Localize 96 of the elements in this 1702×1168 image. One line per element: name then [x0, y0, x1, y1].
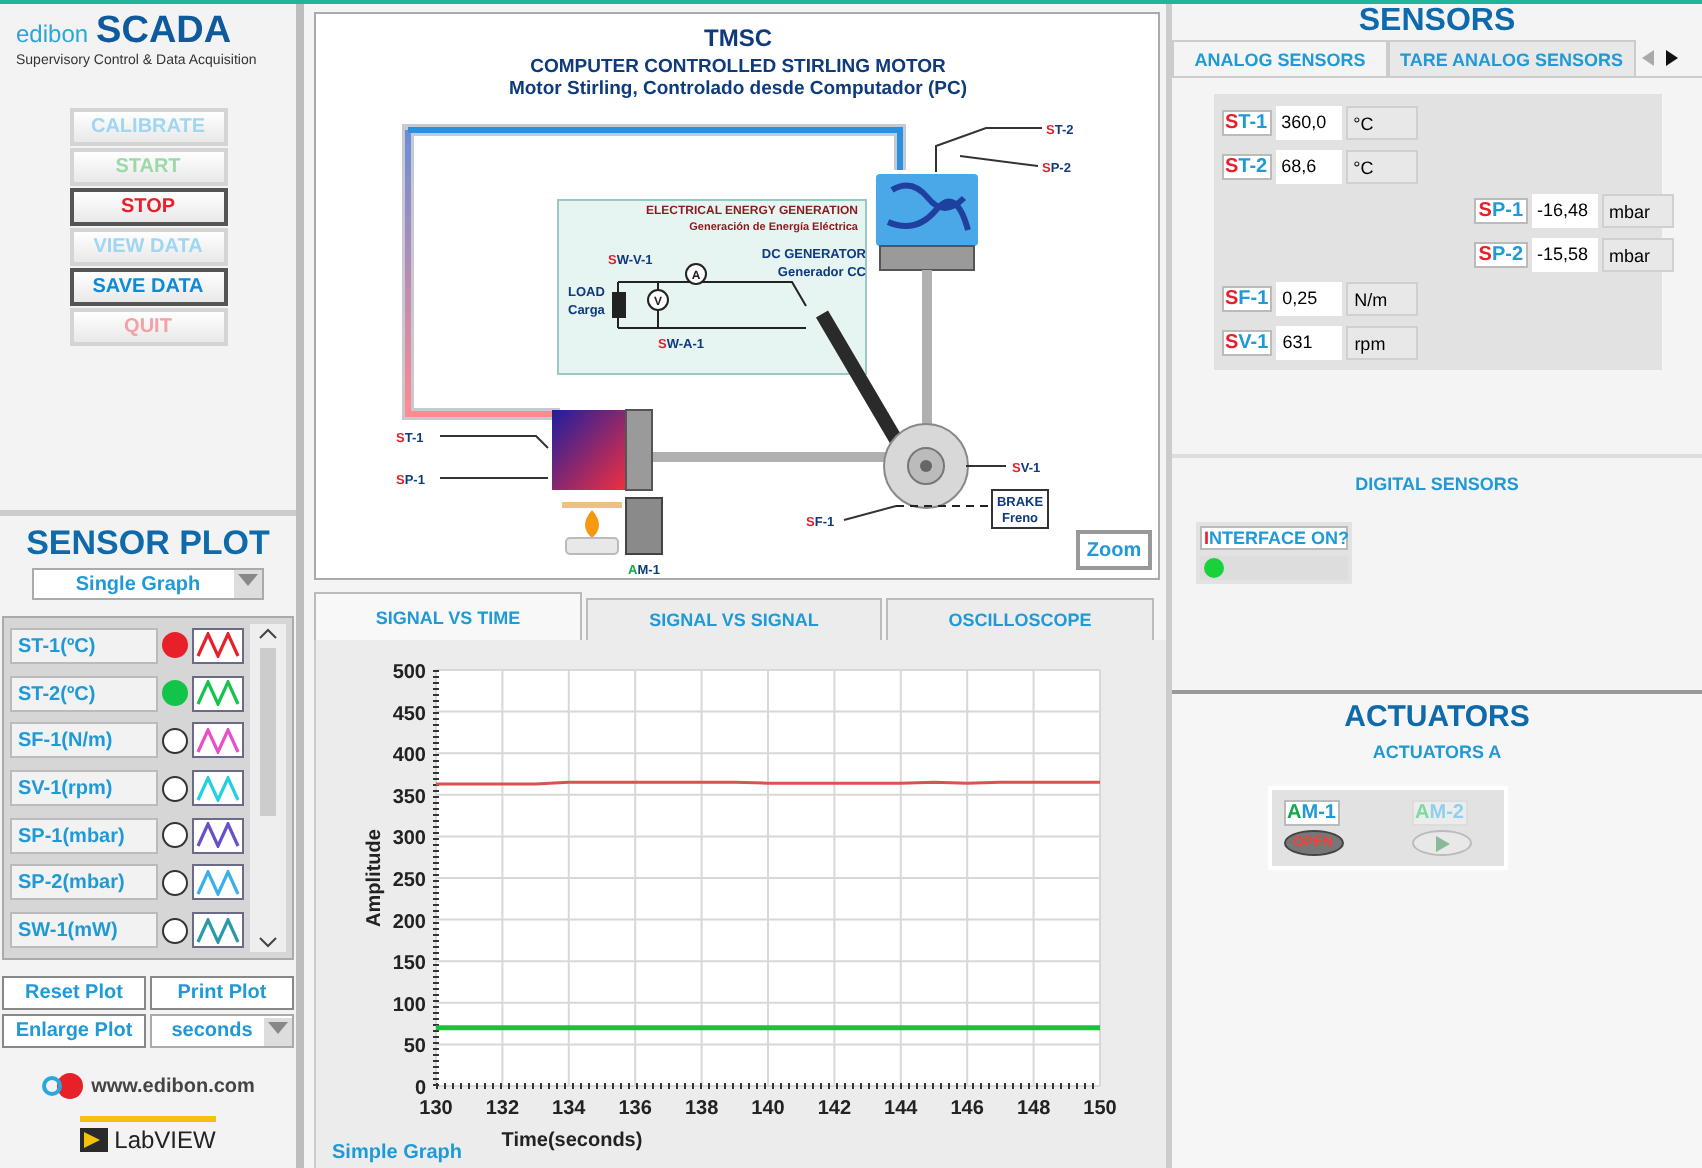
- sensor-tab[interactable]: ANALOG SENSORS: [1172, 40, 1388, 76]
- y-tick-label: 250: [392, 870, 426, 892]
- website-link[interactable]: www.edibon.com: [91, 1075, 255, 1097]
- channel-label[interactable]: SF-1(N/m): [10, 722, 158, 759]
- y-tick-label: 200: [392, 911, 426, 934]
- sensor-value: 631: [1276, 325, 1343, 359]
- plot-button[interactable]: Reset Plot: [2, 976, 146, 1010]
- control-button[interactable]: STOP: [69, 188, 227, 226]
- y-tick-label: 400: [392, 745, 426, 768]
- sensor-tab[interactable]: TARE ANALOG SENSORS: [1388, 40, 1636, 76]
- graph-caption: Simple Graph: [332, 1142, 463, 1164]
- logo-icon: [41, 1072, 86, 1100]
- section-title: ACTUATORS A: [1372, 742, 1502, 762]
- sensor-unit: °C: [1345, 105, 1418, 139]
- x-tick-label: 146: [950, 1098, 984, 1120]
- y-tick-label: 150: [392, 953, 426, 976]
- y-tick-label: 100: [392, 994, 426, 1017]
- scroll-up-icon[interactable]: [258, 628, 278, 640]
- panel-title: ACTUATORS: [1344, 700, 1530, 734]
- sensor-tag: SP-1: [1474, 197, 1527, 223]
- x-tick-label: 148: [1016, 1098, 1051, 1120]
- leader-line: [965, 465, 1007, 467]
- scrollbar-thumb[interactable]: [260, 648, 276, 816]
- channel-label[interactable]: SP-2(mbar): [10, 864, 158, 901]
- leader-line: [439, 477, 549, 479]
- actuator-label: AM-1: [1283, 800, 1340, 826]
- channel-label[interactable]: SP-1(mbar): [10, 817, 158, 854]
- y-tick-label: 450: [392, 703, 426, 726]
- diagram-subtitle: COMPUTER CONTROLLED STIRLING MOTOR: [530, 56, 946, 78]
- x-tick-label: 132: [485, 1098, 520, 1120]
- x-tick-label: 134: [552, 1098, 586, 1120]
- channel-label[interactable]: SW-1(mW): [10, 912, 158, 949]
- zoom-button[interactable]: Zoom: [1076, 530, 1152, 570]
- channel-toggle[interactable]: [162, 680, 188, 707]
- x-tick-label: 142: [817, 1098, 852, 1120]
- indicator-label: INTERFACE ON?: [1200, 526, 1348, 550]
- scroll-down-icon[interactable]: [258, 936, 278, 948]
- time-unit-dropdown[interactable]: seconds: [150, 1014, 294, 1048]
- x-tick-label: 136: [618, 1098, 652, 1120]
- y-tick-label: 300: [392, 828, 426, 851]
- channel-label[interactable]: ST-1(ºC): [10, 627, 158, 664]
- plot-tab[interactable]: SIGNAL VS SIGNAL: [586, 598, 882, 640]
- sensor-tag: ST-1: [1221, 109, 1272, 135]
- section-title: DIGITAL SENSORS: [1355, 474, 1519, 494]
- play-icon: [1433, 835, 1449, 851]
- y-tick-label: 350: [392, 786, 426, 809]
- channel-toggle[interactable]: [162, 775, 188, 802]
- labview-logo: LabVIEW: [114, 1126, 216, 1154]
- actuator-label: AM-2: [1411, 800, 1468, 826]
- x-tick-label: 140: [751, 1098, 785, 1120]
- sensor-unit: N/m: [1346, 281, 1419, 315]
- sensor-value: 68,6: [1275, 149, 1342, 183]
- plot-tab[interactable]: SIGNAL VS TIME: [314, 592, 582, 640]
- y-tick-label: 0: [414, 1078, 426, 1100]
- y-axis-label: Amplitude: [364, 829, 386, 927]
- x-tick-label: 138: [684, 1098, 719, 1120]
- sensor-unit: mbar: [1601, 237, 1673, 271]
- sensor-tag: SP-2: [1474, 241, 1527, 267]
- channel-label[interactable]: SV-1(rpm): [10, 770, 158, 807]
- sensor-unit: rpm: [1346, 325, 1419, 359]
- sensor-value: -16,48: [1531, 193, 1597, 227]
- sensor-value: -15,58: [1531, 237, 1597, 271]
- leader-line: [439, 435, 549, 449]
- control-button[interactable]: SAVE DATA: [69, 268, 227, 306]
- channel-label[interactable]: ST-2(ºC): [10, 675, 158, 712]
- y-tick-label: 500: [392, 662, 426, 684]
- channel-toggle[interactable]: [162, 727, 188, 754]
- panel-title: SENSOR PLOT: [26, 524, 270, 564]
- x-tick-label: 130: [419, 1098, 453, 1120]
- channel-toggle[interactable]: [162, 632, 188, 659]
- graph-mode-dropdown[interactable]: Single Graph: [32, 568, 264, 600]
- edibon-logo: edibon: [16, 20, 89, 48]
- diagram-title: TMSC: [704, 24, 772, 52]
- channel-toggle[interactable]: [162, 869, 188, 896]
- scrollbar[interactable]: [250, 624, 286, 952]
- plot-button[interactable]: Print Plot: [150, 976, 294, 1010]
- y-tick-label: 50: [403, 1036, 426, 1059]
- plot-button[interactable]: Enlarge Plot: [2, 1014, 146, 1048]
- x-axis-label: Time(seconds): [501, 1130, 643, 1152]
- sensor-value: 0,25: [1276, 281, 1343, 315]
- sensor-unit: °C: [1345, 149, 1418, 183]
- sensor-unit: mbar: [1601, 193, 1673, 227]
- channel-toggle[interactable]: [162, 822, 188, 849]
- channel-toggle[interactable]: [162, 917, 188, 944]
- app-title: SCADA: [96, 10, 232, 53]
- leader-line: [843, 505, 897, 521]
- sensor-tag: SV-1: [1221, 329, 1273, 355]
- labview-logo-icon: [80, 1128, 109, 1152]
- panel-title: SENSORS: [1358, 4, 1516, 40]
- sensor-tag: ST-2: [1221, 153, 1272, 179]
- x-tick-label: 150: [1083, 1098, 1117, 1120]
- sensor-tag: SF-1: [1221, 285, 1273, 311]
- x-tick-label: 144: [884, 1098, 918, 1120]
- sensor-value: 360,0: [1275, 105, 1342, 139]
- plot-tab[interactable]: OSCILLOSCOPE: [886, 598, 1154, 640]
- diagram-subtitle: Motor Stirling, Controlado desde Computador (PC): [508, 78, 968, 100]
